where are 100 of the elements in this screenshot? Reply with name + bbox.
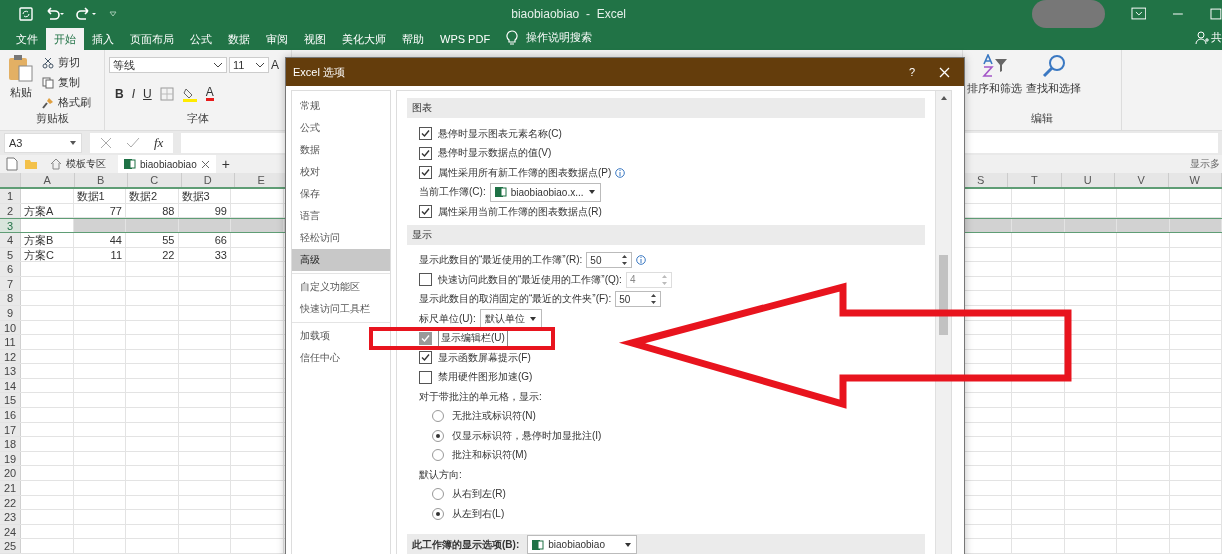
- table-cell[interactable]: 88: [126, 203, 179, 218]
- find-select-button[interactable]: 查找和选择: [1026, 54, 1081, 111]
- table-cell[interactable]: 33: [178, 247, 231, 262]
- italic-button[interactable]: I: [131, 86, 135, 101]
- workbook-tab[interactable]: biaobiaobiao: [118, 155, 216, 174]
- copy-button[interactable]: 复制: [42, 74, 91, 91]
- font-color-button[interactable]: A: [205, 86, 214, 101]
- ribbon-tab[interactable]: WPS PDF: [432, 28, 499, 50]
- share-button[interactable]: 共: [1211, 30, 1222, 45]
- table-cell[interactable]: 22: [126, 247, 179, 262]
- insert-function-button[interactable]: fx: [154, 135, 164, 152]
- ribbon-tab[interactable]: 文件: [8, 28, 46, 50]
- new-document-icon[interactable]: [6, 157, 18, 172]
- radio-label[interactable]: 无批注或标识符(N): [452, 409, 536, 424]
- checkbox-label[interactable]: 显示编辑栏(U): [438, 329, 508, 348]
- table-cell[interactable]: 99: [178, 203, 231, 218]
- autosave-icon[interactable]: [18, 6, 34, 22]
- dropdown[interactable]: biaobiaobiao: [527, 535, 638, 554]
- checkbox-label[interactable]: 禁用硬件图形加速(G): [438, 370, 533, 385]
- checkbox-label[interactable]: 属性采用当前工作簿的图表数据点(R): [438, 204, 602, 219]
- template-tab[interactable]: 模板专区: [44, 155, 112, 174]
- ribbon-tab[interactable]: 页面布局: [122, 28, 182, 50]
- ribbon-tab[interactable]: 开始: [46, 28, 84, 50]
- row-header[interactable]: 21: [0, 481, 21, 495]
- ribbon-display-icon[interactable]: [1130, 7, 1147, 21]
- checkbox-label[interactable]: 悬停时显示数据点的值(V): [438, 146, 552, 161]
- category-item[interactable]: 轻松访问: [292, 227, 390, 249]
- radio-label[interactable]: 从右到左(R): [452, 487, 506, 502]
- row-header[interactable]: 13: [0, 364, 21, 378]
- grow-font-button[interactable]: A: [271, 58, 279, 72]
- category-item[interactable]: 信任中心: [292, 347, 390, 369]
- checkbox[interactable]: [419, 127, 432, 141]
- number-spinner[interactable]: 50: [586, 252, 633, 269]
- undo-icon[interactable]: [44, 7, 66, 21]
- check-icon[interactable]: [126, 137, 140, 150]
- ribbon-tab[interactable]: 帮助: [394, 28, 432, 50]
- ribbon-tab[interactable]: 数据: [220, 28, 258, 50]
- help-button[interactable]: ?: [908, 66, 915, 78]
- category-item[interactable]: 快速访问工具栏: [292, 298, 390, 320]
- scroll-thumb[interactable]: [939, 255, 948, 335]
- table-cell[interactable]: 数据1: [73, 189, 126, 203]
- ribbon-tab[interactable]: 公式: [182, 28, 220, 50]
- checkbox[interactable]: [419, 146, 432, 160]
- category-item[interactable]: 加载项: [292, 325, 390, 347]
- redo-icon[interactable]: [76, 7, 98, 21]
- table-cell[interactable]: 11: [73, 247, 126, 262]
- category-item[interactable]: 常规: [292, 95, 390, 117]
- checkbox[interactable]: [419, 166, 432, 180]
- bold-button[interactable]: B: [115, 86, 124, 101]
- row-header[interactable]: 8: [0, 291, 21, 305]
- radio-label[interactable]: 仅显示标识符，悬停时加显批注(I): [452, 428, 602, 443]
- table-cell[interactable]: 77: [73, 203, 126, 218]
- category-item[interactable]: 公式: [292, 117, 390, 139]
- radio-label[interactable]: 从左到右(L): [452, 506, 505, 521]
- column-header[interactable]: V: [1115, 173, 1169, 188]
- table-cell[interactable]: 方案A: [21, 203, 74, 218]
- column-header[interactable]: A: [21, 173, 75, 188]
- radio-label[interactable]: 批注和标识符(M): [452, 448, 527, 463]
- info-icon[interactable]: [615, 167, 626, 178]
- ribbon-tab[interactable]: 插入: [84, 28, 122, 50]
- column-header[interactable]: W: [1168, 173, 1222, 188]
- person-icon[interactable]: [1195, 31, 1209, 45]
- column-header[interactable]: T: [1008, 173, 1062, 188]
- row-header[interactable]: 18: [0, 437, 21, 451]
- table-cell[interactable]: 66: [178, 232, 231, 247]
- checkbox-label[interactable]: 显示函数屏幕提示(F): [438, 350, 531, 365]
- column-header[interactable]: U: [1061, 173, 1115, 188]
- column-header[interactable]: D: [181, 173, 235, 188]
- ribbon-tab[interactable]: 美化大师: [334, 28, 394, 50]
- underline-button[interactable]: U: [143, 86, 152, 101]
- dropdown[interactable]: biaobiaobiao.x...: [489, 182, 601, 202]
- column-header[interactable]: B: [74, 173, 128, 188]
- customize-caret-icon[interactable]: [108, 9, 118, 19]
- tell-me-search[interactable]: 操作说明搜索: [526, 30, 593, 45]
- row-header[interactable]: 15: [0, 393, 21, 408]
- sort-filter-button[interactable]: 排序和筛选: [967, 54, 1022, 111]
- font-name-dropdown[interactable]: 等线: [109, 57, 227, 73]
- checkbox[interactable]: [419, 370, 432, 384]
- scrollbar[interactable]: [935, 91, 951, 554]
- maximize-icon[interactable]: [1210, 8, 1222, 20]
- row-header[interactable]: 6: [0, 262, 21, 276]
- folder-icon[interactable]: [24, 158, 38, 171]
- checkbox[interactable]: [419, 205, 432, 219]
- table-cell[interactable]: 55: [126, 232, 179, 247]
- close-icon[interactable]: [200, 159, 210, 169]
- category-item[interactable]: 数据: [292, 139, 390, 161]
- table-cell[interactable]: 44: [73, 232, 126, 247]
- name-box[interactable]: A3: [4, 133, 82, 154]
- table-cell[interactable]: 方案C: [21, 247, 74, 262]
- font-size-dropdown[interactable]: 11: [229, 57, 269, 73]
- lightbulb-icon[interactable]: [506, 30, 519, 46]
- show-multiple-link[interactable]: 显示多: [1190, 157, 1222, 172]
- row-header[interactable]: 3: [0, 219, 21, 232]
- info-icon[interactable]: [636, 255, 647, 266]
- table-cell[interactable]: 方案B: [21, 232, 74, 247]
- borders-icon[interactable]: [159, 86, 174, 101]
- table-cell[interactable]: 数据3: [178, 189, 231, 203]
- column-header[interactable]: C: [128, 173, 182, 188]
- row-header[interactable]: 16: [0, 408, 21, 422]
- row-header[interactable]: 23: [0, 510, 21, 524]
